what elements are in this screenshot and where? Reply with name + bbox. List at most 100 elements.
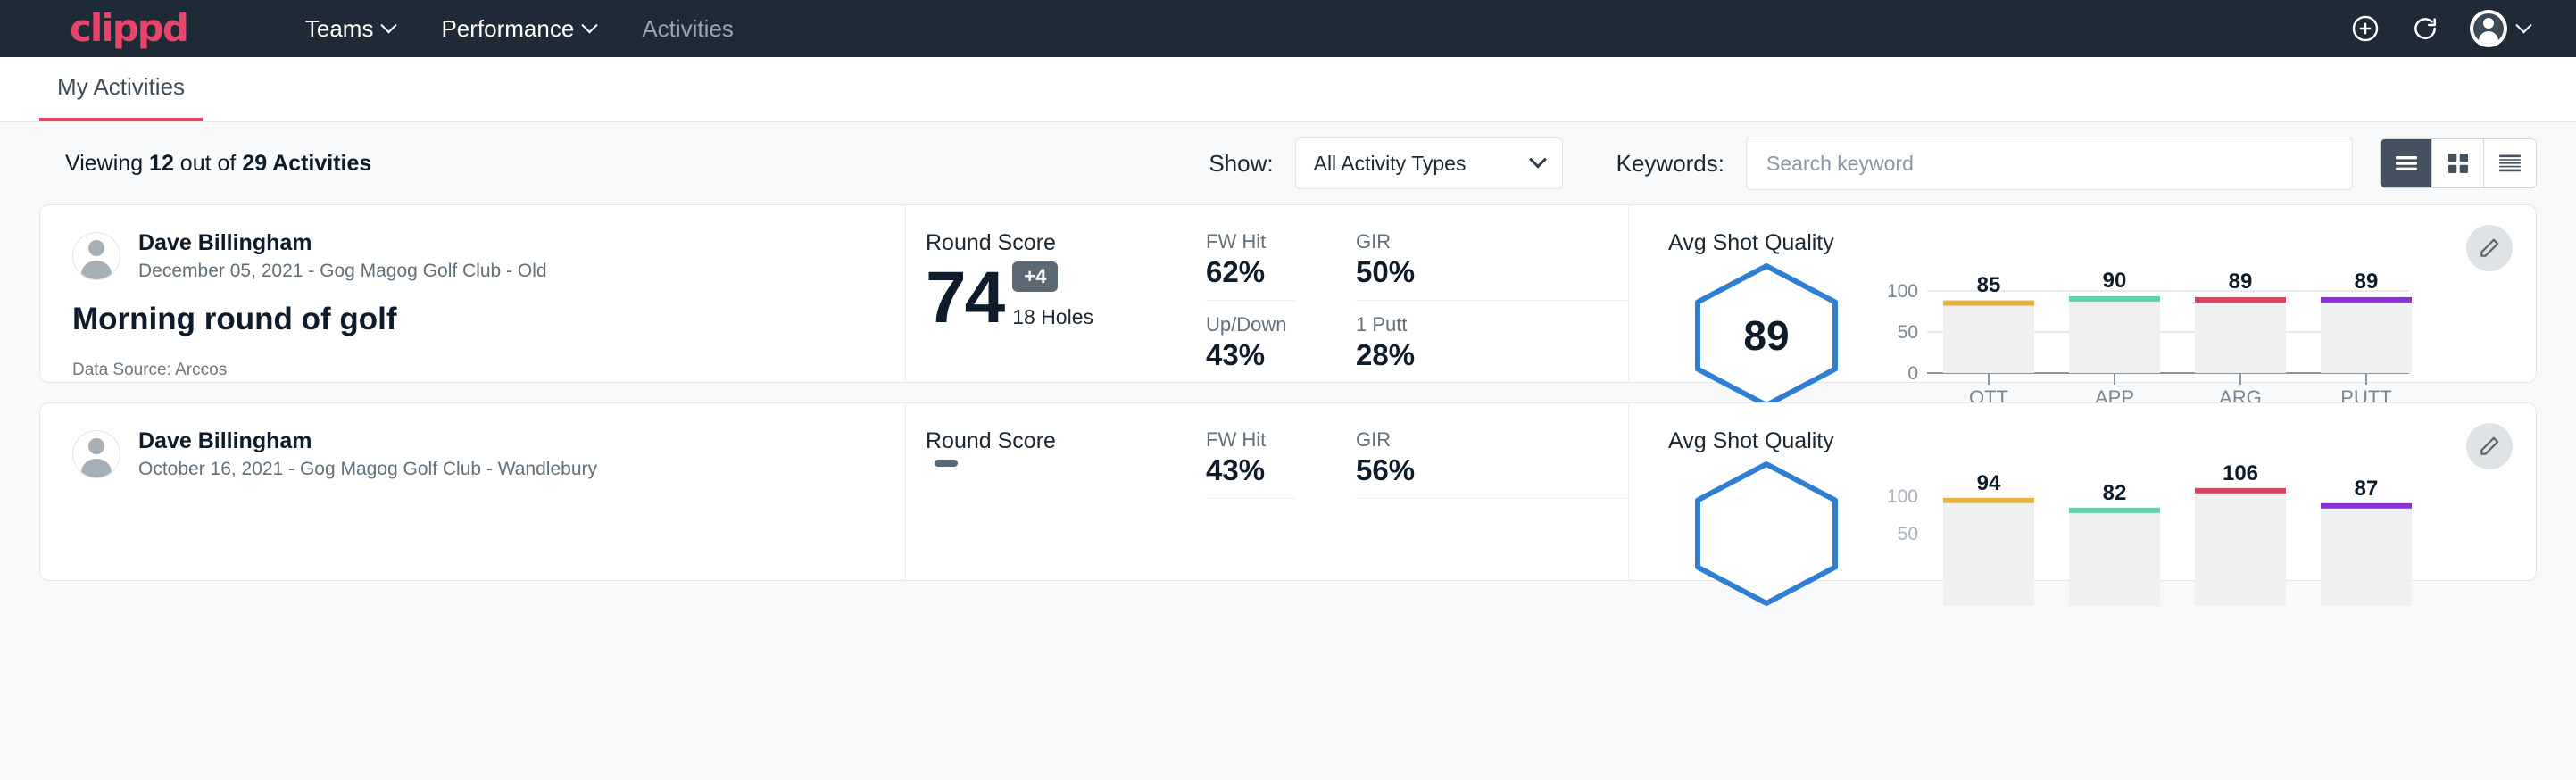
avatar (72, 232, 120, 280)
avatar (72, 430, 120, 478)
grid-view-button[interactable] (2432, 139, 2484, 187)
chevron-down-icon (2515, 17, 2531, 33)
activity-summary-column: Dave Billingham October 16, 2021 - Gog M… (40, 403, 906, 580)
avg-shot-quality-value: 89 (1668, 311, 1865, 360)
activity-card-list: Dave Billingham December 05, 2021 - Gog … (0, 204, 2576, 581)
stat-label: 1 Putt (1356, 313, 1628, 336)
nav-actions (2350, 10, 2530, 47)
activity-card[interactable]: Dave Billingham December 05, 2021 - Gog … (39, 204, 2537, 383)
page-tab-bar: My Activities (0, 57, 2576, 122)
nav-item-teams[interactable]: Teams (282, 15, 419, 43)
round-score-value-row (926, 460, 1201, 531)
stat-up-down: Up/Down 43% (1206, 313, 1295, 372)
activity-card[interactable]: Dave Billingham October 16, 2021 - Gog M… (39, 402, 2537, 581)
compact-list-view-icon (2498, 154, 2522, 173)
stat-fw-hit: FW Hit 43% (1206, 428, 1295, 499)
y-tick-100: 100 (1887, 486, 1918, 507)
pencil-icon (2478, 435, 2501, 458)
stat-value: 28% (1356, 338, 1628, 372)
activity-type-select-value: All Activity Types (1314, 152, 1467, 176)
viewing-mid: out of (174, 151, 242, 176)
filter-bar: Viewing 12 out of 29 Activities Show: Al… (0, 122, 2576, 204)
stat-gir: GIR 56% (1356, 428, 1628, 499)
edit-activity-button[interactable] (2466, 225, 2513, 271)
stat-up-down (1206, 511, 1295, 513)
chevron-down-icon (1529, 151, 1547, 169)
avg-shot-quality-body: 100 50 94 82 106 87 (1668, 458, 2536, 610)
viewing-total: 29 Activities (242, 151, 371, 176)
round-score-label: Round Score (926, 230, 1201, 256)
bar-value-arg: 106 (2223, 463, 2258, 485)
avg-shot-quality-label: Avg Shot Quality (1668, 428, 2536, 454)
stat-1-putt (1356, 511, 1628, 513)
score-to-par-badge (935, 460, 958, 467)
bar-value-ott: 94 (1977, 471, 2001, 495)
round-score-value-row: 74 +4 18 Holes (926, 261, 1201, 333)
tab-my-activities[interactable]: My Activities (39, 73, 203, 121)
person-name: Dave Billingham (138, 230, 547, 256)
search-keyword-box[interactable] (1746, 137, 2353, 190)
nav-item-activities[interactable]: Activities (619, 15, 757, 43)
view-mode-toggle-group (2380, 138, 2537, 188)
y-tick-50: 50 (1898, 322, 1918, 343)
avg-shot-quality-column: Avg Shot Quality 100 50 94 (1629, 403, 2536, 580)
user-menu[interactable] (2470, 10, 2530, 47)
search-input[interactable] (1766, 152, 2332, 176)
avg-shot-quality-body: 89 100 50 0 (1668, 260, 2536, 412)
compact-list-view-button[interactable] (2484, 139, 2536, 187)
avg-shot-quality-column: Avg Shot Quality 89 100 50 0 (1629, 205, 2536, 382)
stat-label: GIR (1356, 428, 1628, 452)
stat-fw-hit: FW Hit 62% (1206, 230, 1295, 301)
plus-circle-icon[interactable] (2350, 13, 2381, 44)
show-label: Show: (1209, 150, 1273, 178)
round-score-label: Round Score (926, 428, 1201, 454)
stat-value: 43% (1206, 338, 1295, 372)
shot-quality-hexagon (1668, 458, 1865, 610)
score-to-par-badge: +4 (1012, 261, 1058, 292)
chevron-down-icon (381, 17, 397, 33)
stat-label: Up/Down (1206, 313, 1295, 336)
avg-shot-quality-label: Avg Shot Quality (1668, 230, 2536, 256)
activity-type-select[interactable]: All Activity Types (1295, 137, 1563, 189)
y-tick-100: 100 (1887, 281, 1918, 302)
stat-label: FW Hit (1206, 230, 1295, 253)
bar-value-putt: 89 (2355, 270, 2379, 294)
pencil-icon (2478, 236, 2501, 260)
round-score-column: Round Score (906, 403, 1201, 580)
shot-quality-hexagon: 89 (1668, 260, 1865, 411)
viewing-count: 12 (149, 151, 174, 176)
activity-meta: October 16, 2021 - Gog Magog Golf Club -… (138, 459, 597, 480)
clippd-logo[interactable]: clippd (70, 10, 187, 47)
bar-value-app: 90 (2103, 269, 2127, 293)
hexagon-icon (1685, 458, 1848, 610)
stat-label: GIR (1356, 230, 1628, 253)
list-view-icon (2395, 154, 2418, 172)
stat-value: 62% (1206, 255, 1295, 289)
holes-played: 18 Holes (1012, 305, 1093, 329)
activity-person: Dave Billingham December 05, 2021 - Gog … (72, 230, 905, 282)
y-tick-50: 50 (1898, 524, 1918, 544)
stat-value: 56% (1356, 453, 1628, 487)
stat-gir: GIR 50% (1356, 230, 1628, 301)
refresh-icon[interactable] (2411, 14, 2439, 43)
stat-value: 50% (1356, 255, 1628, 289)
tab-my-activities-label: My Activities (57, 73, 185, 100)
nav-item-performance[interactable]: Performance (418, 15, 619, 43)
keywords-label: Keywords: (1616, 150, 1724, 178)
bar-value-arg: 89 (2229, 270, 2253, 294)
list-view-button[interactable] (2381, 139, 2432, 187)
user-avatar-icon (2470, 10, 2507, 47)
round-score-value: 74 (926, 263, 1003, 333)
shot-quality-bar-chart: 100 50 0 85 OTT (1874, 260, 2427, 412)
activity-summary-column: Dave Billingham December 05, 2021 - Gog … (40, 205, 906, 382)
y-tick-0: 0 (1907, 363, 1918, 384)
round-score-column: Round Score 74 +4 18 Holes (906, 205, 1201, 382)
viewing-prefix: Viewing (65, 151, 149, 176)
chevron-down-icon (582, 17, 598, 33)
round-stats-column: FW Hit 62% GIR 50% Up/Down 43% 1 Putt 28… (1201, 205, 1629, 382)
activity-person: Dave Billingham October 16, 2021 - Gog M… (72, 428, 905, 480)
person-name: Dave Billingham (138, 428, 597, 454)
edit-activity-button[interactable] (2466, 423, 2513, 469)
grid-view-icon (2447, 153, 2469, 174)
nav-item-activities-label: Activities (642, 15, 734, 43)
